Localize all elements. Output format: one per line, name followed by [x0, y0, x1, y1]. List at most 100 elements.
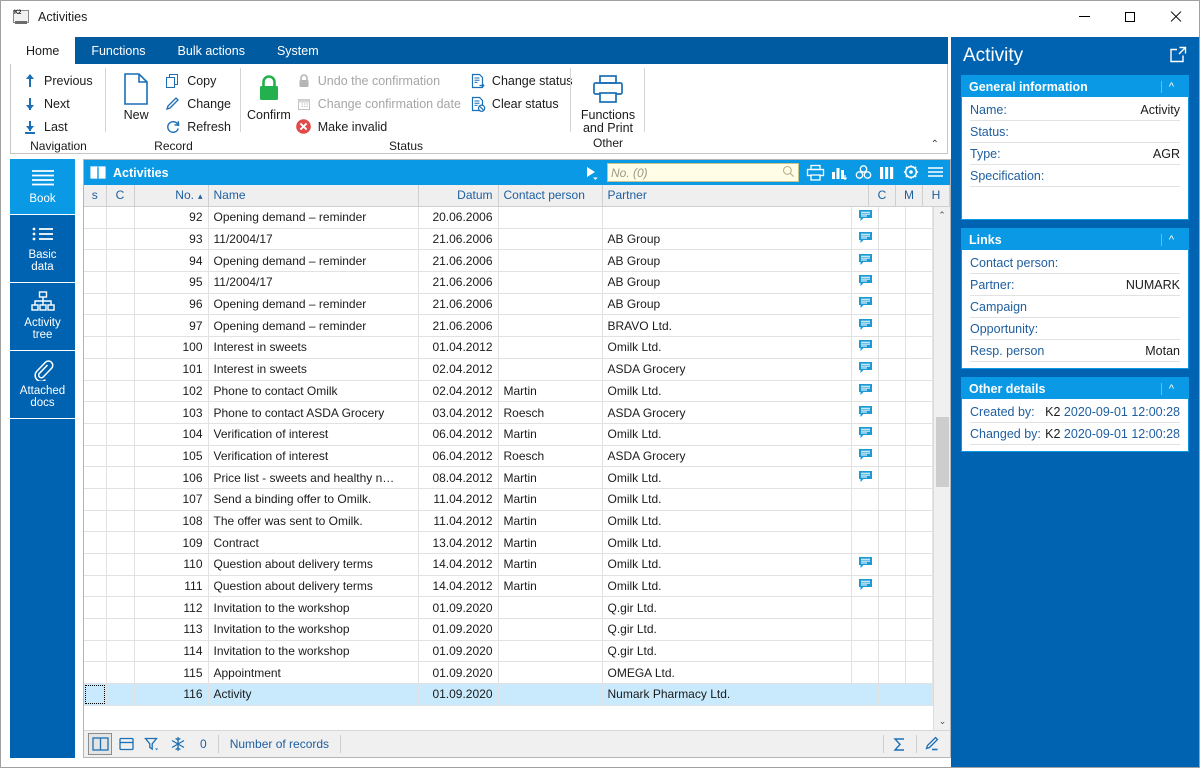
tab-bulk-actions[interactable]: Bulk actions — [162, 37, 261, 64]
cell-partner[interactable] — [602, 206, 852, 229]
cell-contact[interactable]: Roesch — [498, 445, 603, 468]
field-row[interactable]: Specification: — [970, 165, 1180, 187]
field-row[interactable]: Resp. person Motan — [970, 340, 1180, 362]
table-row[interactable]: 92 Opening demand – reminder 20.06.2006 — [84, 206, 933, 229]
cell-m[interactable] — [878, 510, 906, 533]
table-row[interactable]: 94 Opening demand – reminder 21.06.2006 AB … — [84, 249, 933, 273]
cell-name[interactable]: Question about delivery terms — [208, 575, 419, 598]
cell-c1[interactable] — [106, 206, 135, 229]
cell-c1[interactable] — [106, 228, 135, 251]
cell-contact[interactable]: Martin — [498, 553, 603, 576]
field-row[interactable]: Created by: K2 2020-09-01 12:00:28 — [970, 401, 1180, 423]
cell-s[interactable] — [84, 206, 107, 229]
table-row[interactable]: 101 Interest in sweets 02.04.2012 ASDA Groc… — [84, 358, 933, 381]
cell-contact[interactable] — [498, 336, 603, 359]
cell-name[interactable]: Verification of interest — [208, 423, 419, 446]
cell-partner[interactable]: Omilk Ltd. — [602, 423, 852, 446]
cell-c1[interactable] — [106, 683, 135, 706]
snowflake-button[interactable] — [166, 733, 190, 755]
cell-partner[interactable]: AB Group — [602, 293, 852, 316]
table-row[interactable]: 105 Verification of interest 06.04.2012 Roe… — [84, 445, 933, 468]
cell-no[interactable]: 114 — [134, 640, 209, 663]
cell-no[interactable]: 97 — [134, 314, 209, 338]
cell-m[interactable] — [878, 358, 906, 381]
cell-c1[interactable] — [106, 336, 135, 359]
cell-partner[interactable]: AB Group — [602, 228, 852, 251]
new-button[interactable]: New — [112, 67, 160, 122]
group-icon[interactable] — [851, 162, 875, 184]
cell-no[interactable]: 104 — [134, 423, 209, 446]
open-external-icon[interactable] — [1170, 46, 1187, 66]
cell-name[interactable]: Opening demand – reminder — [208, 293, 419, 316]
cell-s[interactable] — [84, 271, 107, 294]
cell-contact[interactable] — [498, 358, 603, 381]
cell-h[interactable] — [905, 531, 933, 554]
cell-contact[interactable]: Martin — [498, 380, 603, 403]
table-row[interactable]: 115 Appointment 01.09.2020 OMEGA Ltd. — [84, 661, 933, 685]
cell-c1[interactable] — [106, 271, 135, 294]
column-header-contact[interactable]: Contact person — [498, 185, 603, 207]
cell-contact[interactable]: Martin — [498, 488, 603, 511]
cell-s[interactable] — [84, 683, 107, 706]
cell-no[interactable]: 115 — [134, 661, 209, 685]
cell-no[interactable]: 106 — [134, 466, 209, 489]
cell-partner[interactable]: Omilk Ltd. — [602, 466, 852, 489]
table-row[interactable]: 104 Verification of interest 06.04.2012 Mar… — [84, 423, 933, 446]
search-input[interactable]: No. (0) — [607, 163, 799, 182]
cell-contact[interactable]: Martin — [498, 423, 603, 446]
cell-h[interactable] — [905, 293, 933, 316]
cell-m[interactable] — [878, 445, 906, 468]
comment-icon[interactable] — [851, 575, 879, 598]
cell-contact[interactable] — [498, 640, 603, 663]
previous-button[interactable]: Previous — [17, 69, 97, 92]
comment-icon[interactable] — [851, 228, 879, 251]
section-header[interactable]: Links ^ — [962, 229, 1188, 250]
column-header-c2[interactable]: C — [868, 185, 896, 207]
cell-partner[interactable]: AB Group — [602, 271, 852, 294]
cell-contact[interactable]: Martin — [498, 575, 603, 598]
cell-no[interactable]: 95 — [134, 271, 209, 294]
cell-c1[interactable] — [106, 553, 135, 576]
cell-m[interactable] — [878, 401, 906, 424]
cell-m[interactable] — [878, 575, 906, 598]
change-status-button[interactable]: Change status — [465, 69, 577, 92]
scroll-up-button[interactable]: ⌃ — [934, 207, 950, 224]
cell-m[interactable] — [878, 661, 906, 685]
cell-c1[interactable] — [106, 249, 135, 273]
cell-s[interactable] — [84, 445, 107, 468]
cell-s[interactable] — [84, 596, 107, 620]
comment-icon[interactable] — [851, 249, 879, 273]
column-header-s[interactable]: s — [84, 185, 107, 207]
cell-m[interactable] — [878, 249, 906, 273]
cell-name[interactable]: Invitation to the workshop — [208, 596, 419, 620]
cell-partner[interactable]: AB Group — [602, 249, 852, 273]
table-row[interactable]: 93 11/2004/17 21.06.2006 AB Group — [84, 228, 933, 251]
filter-button[interactable] — [140, 733, 164, 755]
cell-h[interactable] — [905, 249, 933, 273]
edit-button[interactable] — [920, 733, 944, 755]
cell-s[interactable] — [84, 423, 107, 446]
table-row[interactable]: 116 Activity 01.09.2020 Numark Pharmacy Ltd… — [84, 683, 933, 706]
sidebar-item-basic-data[interactable]: Basic data — [10, 215, 75, 283]
cell-name[interactable]: Phone to contact Omilk — [208, 380, 419, 403]
chevron-up-icon[interactable]: ^ — [1161, 233, 1181, 246]
cell-name[interactable]: Opening demand – reminder — [208, 314, 419, 338]
cell-datum[interactable]: 03.04.2012 — [418, 401, 499, 424]
chevron-up-icon[interactable]: ^ — [1161, 382, 1181, 395]
cell-m[interactable] — [878, 271, 906, 294]
next-button[interactable]: Next — [17, 92, 97, 115]
cell-no[interactable]: 96 — [134, 293, 209, 316]
cell-c1[interactable] — [106, 531, 135, 554]
change-button[interactable]: Change — [160, 92, 235, 115]
cell-contact[interactable] — [498, 314, 603, 338]
cell-s[interactable] — [84, 401, 107, 424]
sum-button[interactable] — [887, 733, 911, 755]
cell-name[interactable]: Question about delivery terms — [208, 553, 419, 576]
cell-m[interactable] — [878, 466, 906, 489]
cell-m[interactable] — [878, 640, 906, 663]
close-button[interactable] — [1153, 1, 1199, 32]
table-row[interactable]: 111 Question about delivery terms 14.04.20… — [84, 575, 933, 598]
cell-h[interactable] — [905, 423, 933, 446]
cell-m[interactable] — [878, 531, 906, 554]
cell-no[interactable]: 107 — [134, 488, 209, 511]
